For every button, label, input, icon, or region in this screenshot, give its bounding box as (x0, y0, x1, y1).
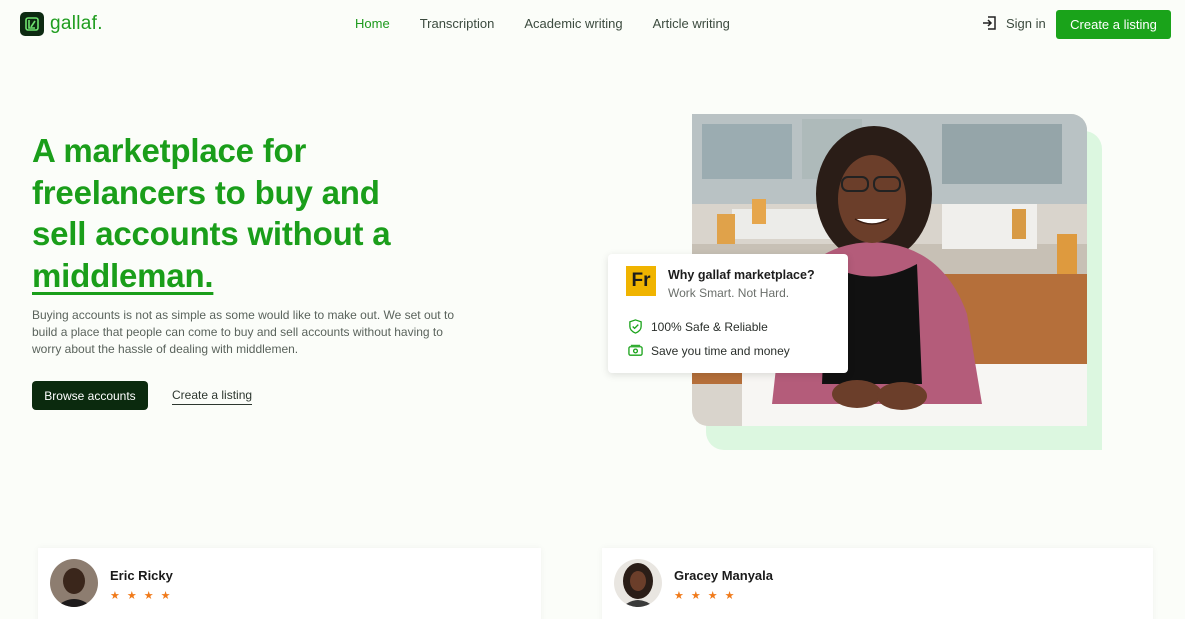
nav-transcription[interactable]: Transcription (420, 16, 495, 31)
nav-article-writing[interactable]: Article writing (653, 16, 730, 31)
hero-title-main: A marketplace for freelancers to buy and… (32, 132, 391, 252)
sign-in-label: Sign in (1006, 15, 1046, 31)
browse-accounts-button[interactable]: Browse accounts (32, 381, 148, 410)
hero-title-emphasis: middleman. (32, 256, 214, 294)
nav-academic-writing[interactable]: Academic writing (524, 16, 622, 31)
feature-save: Save you time and money (628, 343, 790, 358)
feature-safe-label: 100% Safe & Reliable (651, 319, 768, 334)
rating-stars: ★★★★ (110, 590, 178, 602)
rating-stars: ★★★★ (674, 590, 742, 602)
brand-logo[interactable]: gallaf. (20, 12, 103, 36)
testimonial-name: Gracey Manyala (674, 568, 774, 583)
testimonial-card: Eric Ricky ★★★★ (38, 548, 541, 619)
create-listing-link[interactable]: Create a listing (172, 388, 253, 405)
hero-title: A marketplace for freelancers to buy and… (32, 130, 432, 296)
money-icon (628, 344, 643, 356)
create-listing-button[interactable]: Create a listing (1056, 10, 1171, 39)
feature-save-label: Save you time and money (651, 343, 790, 358)
avatar (614, 559, 662, 607)
feature-safe: 100% Safe & Reliable (628, 319, 768, 334)
testimonial-name: Eric Ricky (110, 568, 173, 583)
nav-links: Home Transcription Academic writing Arti… (355, 16, 760, 31)
fr-logo: Fr (626, 266, 656, 296)
logo-icon (20, 12, 44, 36)
sign-in-link[interactable]: Sign in (982, 15, 1046, 31)
shield-check-icon (629, 319, 642, 334)
hero-description: Buying accounts is not as simple as some… (32, 308, 454, 356)
why-gallaf-card: Fr Why gallaf marketplace? Work Smart. N… (608, 254, 848, 373)
testimonial-card: Gracey Manyala ★★★★ (602, 548, 1153, 619)
nav-home[interactable]: Home (355, 16, 390, 31)
sign-in-icon (983, 16, 996, 30)
card-subtitle: Work Smart. Not Hard. (668, 286, 790, 300)
brand-name: gallaf. (50, 13, 103, 34)
navbar: gallaf. Home Transcription Academic writ… (0, 0, 1185, 48)
card-title: Why gallaf marketplace? (668, 268, 815, 282)
avatar (50, 559, 98, 607)
